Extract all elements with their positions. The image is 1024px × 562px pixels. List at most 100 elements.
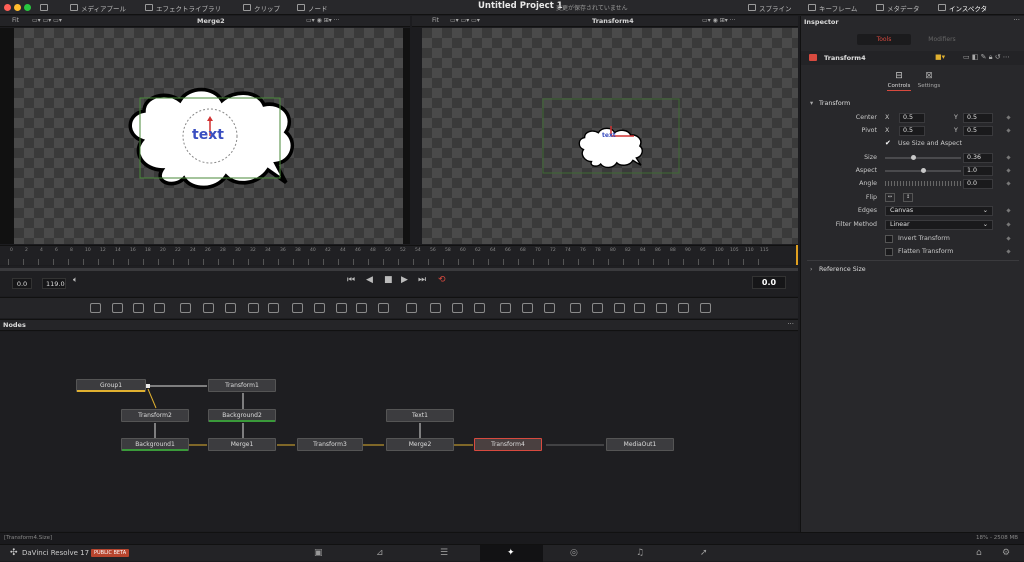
- fusion-tool-icon[interactable]: [700, 303, 711, 313]
- flatten-transform-checkbox[interactable]: [885, 248, 893, 256]
- keyframe-icon[interactable]: [1006, 168, 1011, 173]
- size-slider-knob[interactable]: [910, 155, 916, 160]
- node-background1[interactable]: Background1: [121, 438, 189, 451]
- keyframe-icon[interactable]: [1006, 236, 1011, 241]
- keyframe-icon[interactable]: [1006, 222, 1011, 227]
- go-to-end-icon[interactable]: ⏭: [418, 275, 426, 285]
- angle-input[interactable]: 0.0: [963, 179, 993, 189]
- node-transform4[interactable]: Transform4: [474, 438, 542, 451]
- use-size-aspect-checkbox[interactable]: ✔: [885, 139, 891, 147]
- center-x-input[interactable]: 0.5: [899, 113, 925, 123]
- flip-vertical-icon[interactable]: ↕: [903, 193, 913, 202]
- aspect-input[interactable]: 1.0: [963, 166, 993, 176]
- metadata-button[interactable]: メタデータ: [876, 2, 920, 13]
- subtab-settings[interactable]: ⊠ Settings: [917, 71, 941, 89]
- node-color-icon[interactable]: [809, 54, 817, 61]
- fusion-tool-icon[interactable]: [203, 303, 214, 313]
- fusion-tool-icon[interactable]: [500, 303, 511, 313]
- workspace-icon-button[interactable]: [40, 2, 48, 13]
- edit-page-icon[interactable]: ☰: [440, 548, 448, 558]
- fusion-tool-icon[interactable]: [336, 303, 347, 313]
- media-page-icon[interactable]: ▣: [314, 548, 323, 558]
- tab-tools[interactable]: Tools: [857, 34, 911, 45]
- zoom-window-button[interactable]: [24, 4, 31, 11]
- node-text1[interactable]: Text1: [386, 409, 454, 422]
- go-to-start-icon[interactable]: ⏮: [347, 275, 355, 285]
- node-color-swatch-icon[interactable]: ■▾: [935, 53, 945, 61]
- audio-icon[interactable]: 🔈︎: [73, 275, 78, 285]
- node-editor[interactable]: Group1 Transform1 Transform2 Background2…: [0, 332, 798, 531]
- fusion-tool-icon[interactable]: [570, 303, 581, 313]
- effects-library-button[interactable]: エフェクトライブラリ: [145, 2, 221, 13]
- fusion-tool-icon[interactable]: [474, 303, 485, 313]
- fusion-tool-icon[interactable]: [544, 303, 555, 313]
- node-actions-icon[interactable]: ▭ ◧ ✎ 🔒︎ ↺ ⋯: [963, 53, 1010, 62]
- nodes-more-icon[interactable]: ···: [787, 320, 794, 328]
- fusion-tool-icon[interactable]: [592, 303, 603, 313]
- fairlight-page-icon[interactable]: ♫: [636, 548, 644, 558]
- fusion-tool-icon[interactable]: [225, 303, 236, 313]
- fusion-tool-icon[interactable]: [248, 303, 259, 313]
- keyframe-icon[interactable]: [1006, 155, 1011, 160]
- aspect-slider[interactable]: [885, 168, 961, 173]
- settings-gear-icon[interactable]: ⚙: [1002, 548, 1010, 558]
- keyframe-icon[interactable]: [1006, 115, 1011, 120]
- deliver-page-icon[interactable]: ➚: [700, 548, 708, 558]
- fusion-tool-icon[interactable]: [522, 303, 533, 313]
- node-merge1[interactable]: Merge1: [208, 438, 276, 451]
- filter-method-dropdown[interactable]: Linear ⌄: [885, 220, 993, 230]
- cut-page-icon[interactable]: ⊿: [376, 548, 384, 558]
- center-y-input[interactable]: 0.5: [963, 113, 993, 123]
- fusion-tool-icon[interactable]: [378, 303, 389, 313]
- minimize-window-button[interactable]: [14, 4, 21, 11]
- fusion-tool-icon[interactable]: [314, 303, 325, 313]
- angle-dial[interactable]: [885, 181, 961, 186]
- left-viewer-tools-icon[interactable]: ▭▾ ◉ ⊞▾ ···: [306, 17, 339, 24]
- render-start-field[interactable]: 0.0: [12, 278, 32, 289]
- node-transform1[interactable]: Transform1: [208, 379, 276, 392]
- nodes-button[interactable]: ノード: [297, 2, 328, 13]
- color-page-icon[interactable]: ◎: [570, 548, 578, 558]
- media-pool-button[interactable]: メディアプール: [70, 2, 126, 13]
- aspect-slider-knob[interactable]: [921, 168, 926, 173]
- node-merge2[interactable]: Merge2: [386, 438, 454, 451]
- stop-icon[interactable]: ■: [384, 275, 393, 285]
- fusion-tool-icon[interactable]: [430, 303, 441, 313]
- keyframes-button[interactable]: キーフレーム: [808, 2, 857, 13]
- keyframe-icon[interactable]: [1006, 208, 1011, 213]
- keyframe-icon[interactable]: [1006, 181, 1011, 186]
- tab-modifiers[interactable]: Modifiers: [915, 34, 969, 45]
- transform-section-header[interactable]: ▾ Transform: [801, 98, 1024, 111]
- loop-icon[interactable]: ⟲: [438, 275, 446, 285]
- fusion-tool-icon[interactable]: [292, 303, 303, 313]
- node-output-port[interactable]: [146, 384, 150, 388]
- keyframe-icon[interactable]: [1006, 128, 1011, 133]
- fusion-page-tab-active[interactable]: ✦: [480, 545, 543, 562]
- subtab-controls[interactable]: ⊟ Controls: [887, 71, 911, 91]
- home-icon[interactable]: ⌂: [976, 548, 982, 558]
- fusion-tool-icon[interactable]: [268, 303, 279, 313]
- fusion-tool-icon[interactable]: [406, 303, 417, 313]
- fusion-tool-icon[interactable]: [133, 303, 144, 313]
- right-viewer-options-icon[interactable]: ▭▾ ▭▾ ▭▾: [450, 17, 480, 24]
- fusion-tool-icon[interactable]: [614, 303, 625, 313]
- inspector-more-icon[interactable]: ···: [1013, 16, 1020, 24]
- fusion-tool-icon[interactable]: [180, 303, 191, 313]
- edges-dropdown[interactable]: Canvas ⌄: [885, 206, 993, 216]
- flip-horizontal-icon[interactable]: ↔: [885, 193, 895, 202]
- play-icon[interactable]: ▶: [401, 275, 408, 285]
- left-viewer-options-icon[interactable]: ▭▾ ▭▾ ▭▾: [32, 17, 62, 24]
- node-transform2[interactable]: Transform2: [121, 409, 189, 422]
- node-background2[interactable]: Background2: [208, 409, 276, 422]
- timeline-ruler[interactable]: 0 2 4 6 8 10 12 14 16 18 20 22 24 26 28 30 32 34 36 38 40 42 4…: [0, 245, 798, 265]
- node-transform3[interactable]: Transform3: [297, 438, 363, 451]
- fusion-tool-icon[interactable]: [112, 303, 123, 313]
- invert-transform-checkbox[interactable]: [885, 235, 893, 243]
- right-viewer[interactable]: text: [422, 28, 798, 244]
- right-fit-dropdown[interactable]: Fit: [432, 17, 439, 24]
- keyframe-icon[interactable]: [1006, 249, 1011, 254]
- inspector-button[interactable]: インスペクタ: [938, 2, 987, 13]
- fusion-tool-icon[interactable]: [656, 303, 667, 313]
- left-viewer[interactable]: text: [14, 28, 403, 244]
- right-viewer-tools-icon[interactable]: ▭▾ ◉ ⊞▾ ···: [702, 17, 735, 24]
